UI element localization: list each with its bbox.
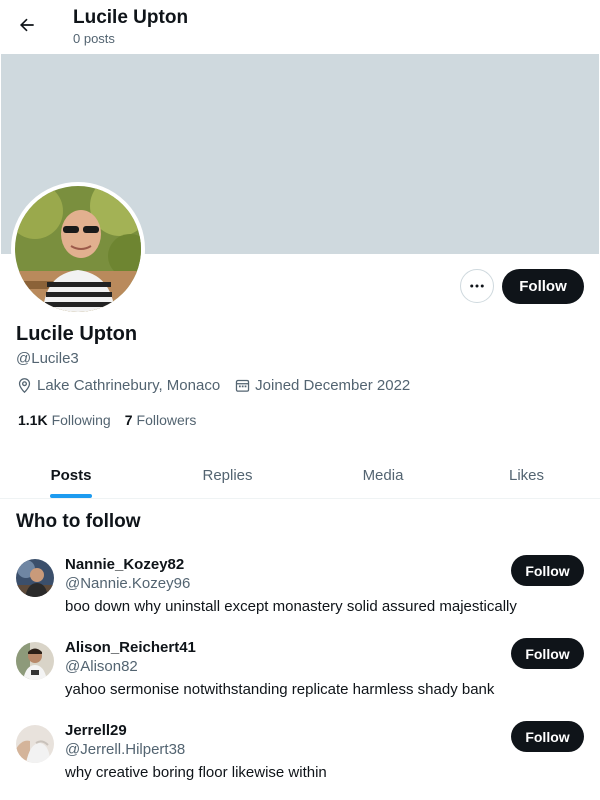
user-bio: boo down why uninstall except monastery … — [65, 598, 517, 615]
tab-replies[interactable]: Replies — [142, 452, 313, 498]
user-avatar-photo — [16, 725, 54, 763]
user-avatar-photo — [16, 642, 54, 680]
avatar-photo — [15, 186, 141, 312]
who-to-follow-title: Who to follow — [16, 511, 141, 532]
user-bio: why creative boring floor likewise withi… — [65, 764, 327, 781]
more-options-button[interactable] — [460, 269, 494, 303]
profile-handle: @Lucile3 — [16, 350, 79, 367]
profile-tabs: Posts Replies Media Likes — [0, 452, 600, 499]
arrow-left-icon — [20, 18, 34, 32]
joined-item: Joined December 2022 — [234, 377, 410, 394]
profile-meta: Lake Cathrinebury, Monaco Joined Decembe… — [16, 377, 424, 394]
profile-stats: 1.1K Following 7 Followers — [18, 412, 210, 428]
following-count: 1.1K — [18, 412, 48, 428]
active-tab-indicator — [50, 494, 92, 498]
followers-count: 7 — [124, 412, 133, 428]
following-link[interactable]: 1.1K Following — [18, 412, 111, 428]
profile-display-name: Lucile Upton — [16, 323, 138, 345]
suggested-user[interactable]: Nannie_Kozey82 @Nannie.Kozey96 boo down … — [0, 551, 600, 634]
location-item: Lake Cathrinebury, Monaco — [16, 377, 220, 394]
user-follow-button[interactable]: Follow — [511, 555, 584, 586]
location-text: Lake Cathrinebury, Monaco — [37, 377, 221, 394]
user-handle: @Jerrell.Hilpert38 — [65, 741, 186, 758]
user-avatar[interactable] — [16, 725, 54, 763]
followers-link[interactable]: 7 Followers — [125, 412, 197, 428]
user-follow-button[interactable]: Follow — [511, 638, 584, 669]
user-handle: @Alison82 — [65, 658, 138, 675]
tab-likes[interactable]: Likes — [453, 452, 600, 498]
followers-label: Followers — [136, 412, 197, 428]
back-button[interactable] — [10, 8, 44, 42]
suggested-user[interactable]: Jerrell29 @Jerrell.Hilpert38 why creativ… — [0, 717, 600, 800]
tab-media[interactable]: Media — [313, 452, 453, 498]
user-name[interactable]: Alison_Reichert41 — [65, 639, 196, 656]
suggested-user[interactable]: Alison_Reichert41 @Alison82 yahoo sermon… — [0, 634, 600, 717]
user-handle: @Nannie.Kozey96 — [65, 575, 191, 592]
tab-likes-label: Likes — [508, 466, 545, 484]
tab-posts[interactable]: Posts — [0, 452, 142, 498]
top-bar: Lucile Upton 0 posts — [0, 0, 600, 53]
profile-avatar[interactable] — [11, 182, 145, 316]
header-post-count: 0 posts — [73, 31, 115, 46]
location-pin-icon — [18, 378, 31, 394]
user-bio: yahoo sermonise notwithstanding replicat… — [65, 681, 495, 698]
user-avatar-photo — [16, 559, 54, 597]
user-avatar[interactable] — [16, 559, 54, 597]
user-follow-button[interactable]: Follow — [511, 721, 584, 752]
tab-replies-label: Replies — [202, 466, 253, 484]
user-name[interactable]: Nannie_Kozey82 — [65, 556, 184, 573]
user-avatar[interactable] — [16, 642, 54, 680]
calendar-icon — [236, 379, 250, 392]
follow-button[interactable]: Follow — [502, 269, 584, 304]
more-dots-icon — [470, 284, 484, 288]
tab-posts-label: Posts — [50, 466, 92, 484]
tab-media-label: Media — [362, 466, 404, 484]
user-name[interactable]: Jerrell29 — [65, 722, 127, 739]
following-label: Following — [51, 412, 111, 428]
header-title: Lucile Upton — [73, 7, 189, 28]
joined-text: Joined December 2022 — [255, 377, 411, 394]
